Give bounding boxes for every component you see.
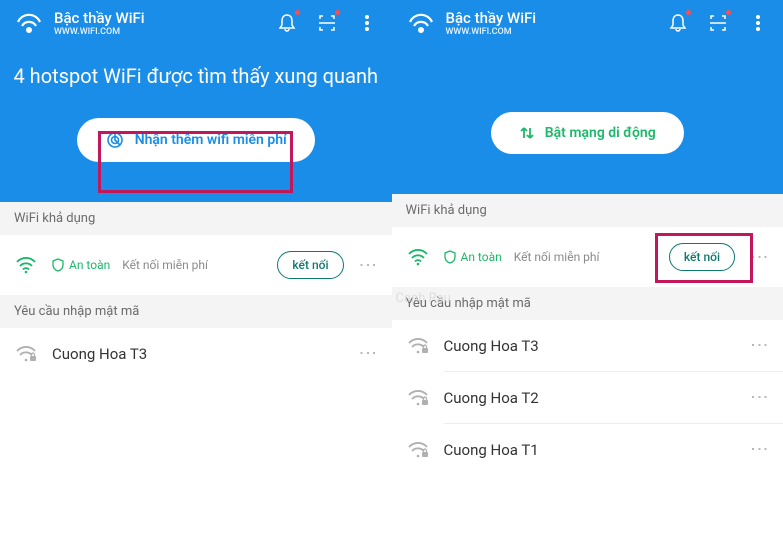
notification-dot bbox=[295, 10, 300, 15]
wifi-signal-lock-icon bbox=[406, 389, 430, 407]
connect-button[interactable]: kết nối bbox=[277, 251, 343, 279]
hero-section: 4 hotspot WiFi được tìm thấy xung quanh … bbox=[0, 46, 392, 202]
locked-network-row[interactable]: Cuong Hoa T2 ⋮ bbox=[392, 372, 783, 423]
network-info: An toàn Kết nối miễn phí bbox=[52, 258, 263, 272]
network-name: Cuong Hoa T1 bbox=[444, 441, 736, 459]
hero-text: 4 hotspot WiFi được tìm thấy xung quanh bbox=[10, 64, 382, 88]
cta-label: Nhận thêm wifi miễn phí bbox=[135, 132, 287, 148]
bell-icon[interactable] bbox=[667, 12, 689, 34]
network-info: Cuong Hoa T2 bbox=[444, 389, 736, 407]
wifi-signal-lock-icon bbox=[406, 337, 430, 355]
row-more-icon[interactable]: ⋮ bbox=[358, 344, 378, 363]
radar-icon bbox=[105, 130, 125, 150]
scan-dot bbox=[726, 10, 731, 15]
network-name: Cuong Hoa T3 bbox=[52, 345, 344, 363]
safe-tag: An toàn bbox=[52, 258, 110, 272]
shield-icon bbox=[52, 258, 64, 272]
network-name: Cuong Hoa T2 bbox=[444, 389, 736, 407]
watermark-text: Canh Rau bbox=[396, 291, 451, 306]
wifi-signal-lock-icon bbox=[14, 345, 38, 363]
app-header: Bậc thầy WiFi WWW.WIFI.COM bbox=[392, 0, 783, 46]
row-more-icon[interactable]: ⋮ bbox=[749, 248, 769, 267]
app-title: Bậc thầy WiFi bbox=[54, 9, 266, 27]
safe-tag: An toàn bbox=[444, 250, 502, 264]
shield-icon bbox=[444, 250, 456, 264]
available-network-row[interactable]: An toàn Kết nối miễn phí kết nối ⋮ bbox=[392, 227, 783, 287]
free-label: Kết nối miễn phí bbox=[122, 258, 208, 272]
password-required-label: Yêu cầu nhập mật mã bbox=[0, 295, 392, 328]
scan-icon[interactable] bbox=[316, 12, 338, 34]
row-more-icon[interactable]: ⋮ bbox=[749, 336, 769, 355]
header-icons bbox=[276, 12, 378, 34]
header-icons bbox=[667, 12, 769, 34]
scan-dot bbox=[335, 10, 340, 15]
available-label: WiFi khả dụng bbox=[392, 194, 783, 227]
cta-label: Bật mạng di động bbox=[545, 125, 656, 141]
network-info: Cuong Hoa T1 bbox=[444, 441, 736, 459]
app-subtitle: WWW.WIFI.COM bbox=[446, 27, 658, 37]
wifi-signal-icon bbox=[14, 256, 38, 274]
available-network-row[interactable]: An toàn Kết nối miễn phí kết nối ⋮ bbox=[0, 235, 392, 295]
free-label: Kết nối miễn phí bbox=[514, 250, 600, 264]
locked-network-row[interactable]: Cuong Hoa T1 ⋮ bbox=[392, 424, 783, 475]
network-info: Cuong Hoa T3 bbox=[444, 337, 736, 355]
network-info: Cuong Hoa T3 bbox=[52, 345, 344, 363]
updown-arrow-icon bbox=[519, 124, 535, 142]
wifi-signal-lock-icon bbox=[406, 441, 430, 459]
get-more-wifi-button[interactable]: Nhận thêm wifi miễn phí bbox=[77, 118, 315, 162]
locked-network-row[interactable]: Cuong Hoa T3 ⋮ bbox=[392, 320, 783, 371]
app-titles: Bậc thầy WiFi WWW.WIFI.COM bbox=[446, 9, 658, 37]
enable-mobile-data-button[interactable]: Bật mạng di động bbox=[491, 112, 684, 154]
app-title: Bậc thầy WiFi bbox=[446, 9, 658, 27]
wifi-logo-icon bbox=[14, 8, 44, 38]
scan-icon[interactable] bbox=[707, 12, 729, 34]
locked-network-row[interactable]: Cuong Hoa T3 ⋮ bbox=[0, 328, 392, 379]
wifi-logo-icon bbox=[406, 8, 436, 38]
app-subtitle: WWW.WIFI.COM bbox=[54, 27, 266, 37]
notification-dot bbox=[686, 10, 691, 15]
hero-section: Bật mạng di động bbox=[392, 46, 783, 194]
wifi-signal-icon bbox=[406, 248, 430, 266]
row-more-icon[interactable]: ⋮ bbox=[749, 440, 769, 459]
panel-left: Bậc thầy WiFi WWW.WIFI.COM 4 hotspot WiF… bbox=[0, 0, 392, 555]
safe-label: An toàn bbox=[69, 258, 110, 272]
network-name: Cuong Hoa T3 bbox=[444, 337, 736, 355]
row-more-icon[interactable]: ⋮ bbox=[749, 388, 769, 407]
available-label: WiFi khả dụng bbox=[0, 202, 392, 235]
app-titles: Bậc thầy WiFi WWW.WIFI.COM bbox=[54, 9, 266, 37]
safe-label: An toàn bbox=[461, 250, 502, 264]
more-icon[interactable] bbox=[356, 12, 378, 34]
panel-right: Bậc thầy WiFi WWW.WIFI.COM Bật mạng di đ… bbox=[392, 0, 783, 555]
locked-networks-section: Yêu cầu nhập mật mã Canh Rau Cuong Hoa T… bbox=[392, 287, 783, 475]
bell-icon[interactable] bbox=[276, 12, 298, 34]
network-info: An toàn Kết nối miễn phí bbox=[444, 250, 655, 264]
app-header: Bậc thầy WiFi WWW.WIFI.COM bbox=[0, 0, 392, 46]
row-more-icon[interactable]: ⋮ bbox=[358, 256, 378, 275]
more-icon[interactable] bbox=[747, 12, 769, 34]
connect-button[interactable]: kết nối bbox=[669, 243, 735, 271]
